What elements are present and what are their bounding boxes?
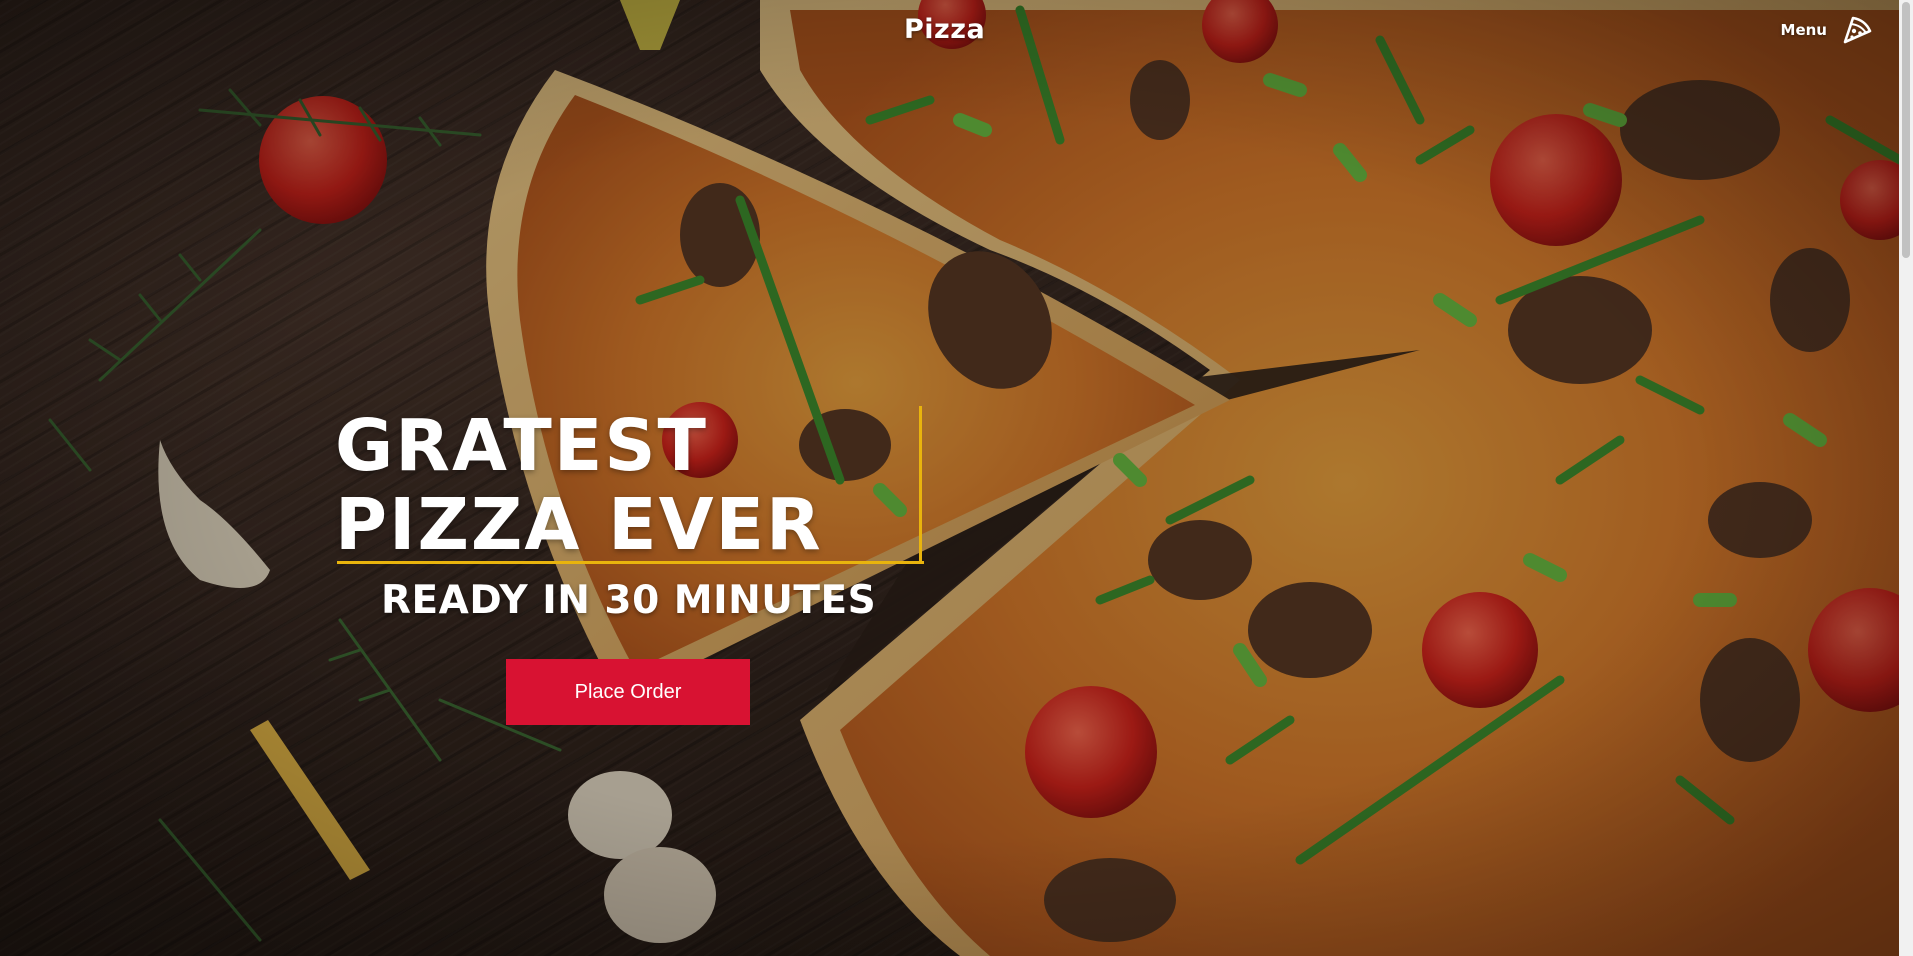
page-scrollbar[interactable] — [1899, 0, 1913, 956]
page: Pizza Menu GRATEST PIZZA EVER READY IN 3… — [0, 0, 1913, 956]
hero-section: GRATEST PIZZA EVER READY IN 30 MINUTES P… — [335, 406, 935, 725]
headline-accent-border-right — [919, 406, 922, 564]
headline-line-2: PIZZA EVER — [335, 483, 823, 566]
hero-subheadline: READY IN 30 MINUTES — [381, 578, 877, 623]
hero-headline: GRATEST PIZZA EVER — [335, 406, 823, 564]
pizza-background-image — [0, 0, 1913, 956]
pizza-slice-icon — [1843, 16, 1872, 44]
scrollbar-thumb[interactable] — [1902, 2, 1910, 258]
headline-frame: GRATEST PIZZA EVER — [335, 406, 924, 564]
brand-logo-link[interactable]: Pizza — [904, 14, 985, 45]
menu-button[interactable]: Menu — [1781, 14, 1873, 46]
headline-accent-border-bottom — [337, 561, 924, 564]
menu-label: Menu — [1780, 21, 1827, 39]
headline-line-1: GRATEST — [335, 404, 708, 487]
place-order-button[interactable]: Place Order — [506, 659, 750, 725]
